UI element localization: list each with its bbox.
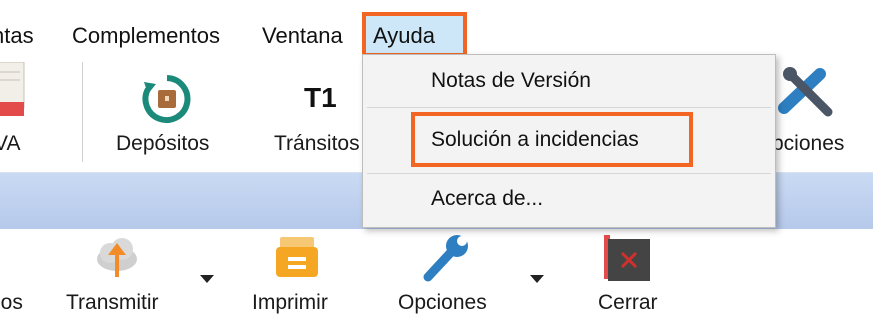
menu-ayuda[interactable]: Ayuda [373, 14, 435, 58]
opciones-button[interactable]: Opciones [396, 229, 556, 327]
menu-item-solucion-a-incidencias[interactable]: Solución a incidencias [431, 128, 639, 152]
transmitir-label: Transmitir [66, 291, 159, 314]
toolbar-button-depositos[interactable]: Depósitos [108, 62, 228, 162]
chevron-down-icon[interactable] [530, 275, 544, 283]
menu-ventana[interactable]: Ventana [262, 14, 343, 58]
menu-separator [367, 107, 771, 108]
document-icon [0, 62, 25, 116]
secondary-toolbar: ios Transmitir Imprimir Opciones [0, 229, 873, 327]
imprimir-button[interactable]: Imprimir [250, 229, 350, 327]
opciones-label: Opciones [398, 291, 487, 314]
toolbar-transitos-label: Tránsitos [274, 132, 360, 155]
deposit-refresh-icon [142, 75, 191, 123]
toolbar-button-opciones[interactable]: pciones [770, 62, 873, 162]
toolbar-separator [82, 62, 83, 162]
wrench-icon [423, 235, 468, 282]
tools-icon [778, 67, 833, 117]
printer-icon [276, 237, 318, 277]
toolbar-opciones-label: pciones [772, 132, 845, 155]
t1-icon: T1 [304, 82, 337, 113]
chevron-down-icon[interactable] [200, 275, 214, 283]
cerrar-button[interactable]: Cerrar [590, 229, 680, 327]
cerrar-label: Cerrar [598, 291, 658, 314]
menu-complementos[interactable]: Complementos [72, 14, 220, 58]
ayuda-dropdown-menu: Notas de Versión Solución a incidencias … [362, 54, 776, 228]
transmitir-button[interactable]: Transmitir [62, 229, 222, 327]
toolbar-depositos-label: Depósitos [116, 132, 210, 155]
toolbar-button-transitos[interactable]: T1 Tránsitos [268, 62, 368, 162]
toolbar-button-va[interactable]: VA [0, 62, 80, 162]
menu-item-notas-de-version[interactable]: Notas de Versión [431, 69, 591, 93]
menu-item-acerca-de[interactable]: Acerca de... [431, 187, 543, 211]
menu-separator [367, 173, 771, 174]
close-window-icon [604, 235, 650, 281]
menu-bar: ntas Complementos Ventana Ayuda [0, 0, 873, 62]
imprimir-label: Imprimir [252, 291, 328, 314]
toolbar-va-label: VA [0, 132, 21, 155]
menu-herramientas[interactable]: ntas [0, 14, 34, 58]
upload-cloud-icon [97, 238, 137, 277]
toolbar2-item-cut-label[interactable]: ios [0, 291, 23, 315]
